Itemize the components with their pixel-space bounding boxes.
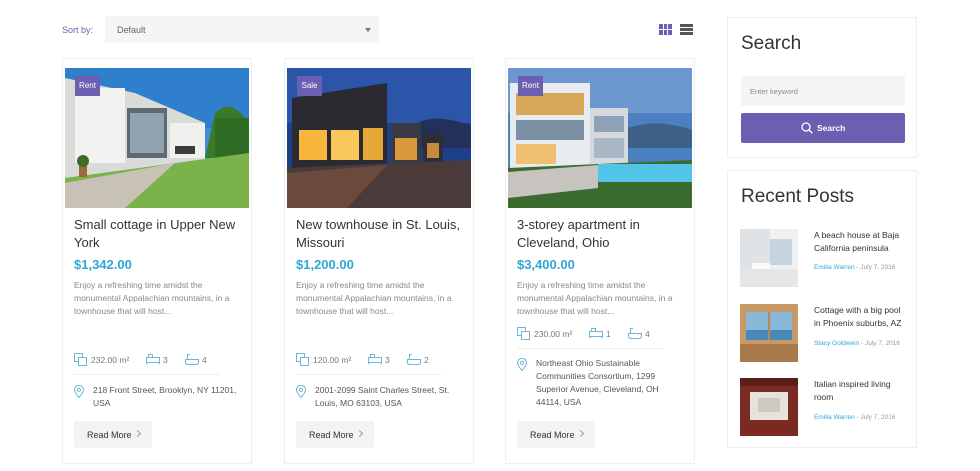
listing-toolbar: Sort by: Default xyxy=(62,16,694,44)
sort-select-value: Default xyxy=(117,25,146,35)
listing-stats: 120.00 m² 3 2 xyxy=(296,353,466,367)
search-button-label: Search xyxy=(817,123,846,133)
area-value: 230.00 m² xyxy=(534,329,573,339)
listing-title[interactable]: 3-storey apartment in Cleveland, Ohio xyxy=(517,216,687,252)
listing-card: Rent 3-storey apartment in Cleveland, Oh… xyxy=(505,58,695,464)
post-title[interactable]: Italian inspired living room xyxy=(814,378,906,403)
post-thumbnail[interactable] xyxy=(740,378,798,436)
recent-posts-title: Recent Posts xyxy=(741,186,854,207)
recent-post-item[interactable]: Cottage with a big pool in Phoenix subur… xyxy=(740,304,918,362)
chevron-right-icon xyxy=(355,429,364,438)
post-author[interactable]: Stacy Goldwein xyxy=(814,340,859,347)
sort-label: Sort by: xyxy=(62,25,94,35)
post-thumbnail[interactable] xyxy=(740,304,798,362)
search-placeholder: Enter keyword xyxy=(750,87,798,96)
listing-price: $1,200.00 xyxy=(296,257,354,272)
location-pin-icon xyxy=(296,385,306,398)
bed-icon xyxy=(589,328,603,339)
read-more-button[interactable]: Read More xyxy=(74,421,152,448)
post-title[interactable]: A beach house at Baja California peninsu… xyxy=(814,229,906,254)
address-text: 218 Front Street, Brooklyn, NY 11201, US… xyxy=(93,385,237,408)
list-view-icon[interactable] xyxy=(680,24,693,35)
listing-photo[interactable]: Rent xyxy=(508,68,692,208)
post-author[interactable]: Emilia Warren xyxy=(814,414,855,421)
divider xyxy=(74,374,219,375)
post-meta: Emilia Warren - July 7, 2016 xyxy=(814,264,895,271)
read-more-button[interactable]: Read More xyxy=(296,421,374,448)
recent-post-item[interactable]: A beach house at Baja California peninsu… xyxy=(740,229,918,287)
listing-description: Enjoy a refreshing time amidst the monum… xyxy=(296,280,452,316)
search-input[interactable]: Enter keyword xyxy=(741,76,905,106)
status-badge: Rent xyxy=(518,76,543,96)
post-meta: Stacy Goldwein - July 7, 2016 xyxy=(814,340,900,347)
search-widget-title: Search xyxy=(741,33,802,54)
listing-card: Sale New townhouse in St. Louis, Missour… xyxy=(284,58,474,464)
post-meta: Emilia Warren - July 7, 2016 xyxy=(814,414,895,421)
chevron-down-icon xyxy=(365,28,371,32)
area-icon xyxy=(74,353,87,366)
address-text: Northeast Ohio Sustainable Communities C… xyxy=(536,358,659,407)
read-more-label: Read More xyxy=(309,430,354,440)
bath-icon xyxy=(185,354,199,365)
status-badge: Sale xyxy=(297,76,322,96)
beds-value: 3 xyxy=(385,355,390,365)
bath-icon xyxy=(628,328,642,339)
area-icon xyxy=(296,353,309,366)
listing-price: $3,400.00 xyxy=(517,257,575,272)
sort-select[interactable]: Default xyxy=(105,16,379,43)
divider xyxy=(296,374,441,375)
baths-value: 2 xyxy=(424,355,429,365)
search-widget: Search Enter keyword Search xyxy=(727,17,917,158)
listing-title[interactable]: Small cottage in Upper New York xyxy=(74,216,244,252)
divider xyxy=(517,348,662,349)
listing-photo[interactable]: Rent xyxy=(65,68,249,208)
listing-card: Rent Small cottage in Upper New York $1,… xyxy=(62,58,252,464)
location-pin-icon xyxy=(517,358,527,371)
beds-value: 1 xyxy=(606,329,611,339)
location-pin-icon xyxy=(74,385,84,398)
post-author[interactable]: Emilia Warren xyxy=(814,264,855,271)
listing-photo[interactable]: Sale xyxy=(287,68,471,208)
post-date: - July 7, 2016 xyxy=(856,414,896,421)
post-thumbnail[interactable] xyxy=(740,229,798,287)
area-icon xyxy=(517,327,530,340)
listing-price: $1,342.00 xyxy=(74,257,132,272)
recent-post-item[interactable]: Italian inspired living room Emilia Warr… xyxy=(740,378,918,436)
search-icon xyxy=(801,122,813,134)
address-text: 2001-2099 Saint Charles Street, St. Loui… xyxy=(315,385,450,408)
beds-value: 3 xyxy=(163,355,168,365)
area-value: 232.00 m² xyxy=(91,355,130,365)
area-value: 120.00 m² xyxy=(313,355,352,365)
read-more-button[interactable]: Read More xyxy=(517,421,595,448)
post-title[interactable]: Cottage with a big pool in Phoenix subur… xyxy=(814,304,906,329)
baths-value: 4 xyxy=(202,355,207,365)
grid-view-icon[interactable] xyxy=(659,24,672,35)
listing-stats: 232.00 m² 3 4 xyxy=(74,353,244,367)
listing-title[interactable]: New townhouse in St. Louis, Missouri xyxy=(296,216,466,252)
chevron-right-icon xyxy=(133,429,142,438)
bath-icon xyxy=(407,354,421,365)
bed-icon xyxy=(368,354,382,365)
recent-posts-widget: Recent Posts A beach house at Baja Calif… xyxy=(727,170,917,448)
status-badge: Rent xyxy=(75,76,100,96)
baths-value: 4 xyxy=(645,329,650,339)
listing-description: Enjoy a refreshing time amidst the monum… xyxy=(517,280,673,316)
listing-description: Enjoy a refreshing time amidst the monum… xyxy=(74,280,230,316)
read-more-label: Read More xyxy=(530,430,575,440)
listing-stats: 230.00 m² 1 4 xyxy=(517,327,687,341)
chevron-right-icon xyxy=(576,429,585,438)
post-date: - July 7, 2016 xyxy=(860,340,901,347)
read-more-label: Read More xyxy=(87,430,132,440)
search-button[interactable]: Search xyxy=(741,113,905,143)
post-date: - July 7, 2016 xyxy=(856,264,896,271)
bed-icon xyxy=(146,354,160,365)
